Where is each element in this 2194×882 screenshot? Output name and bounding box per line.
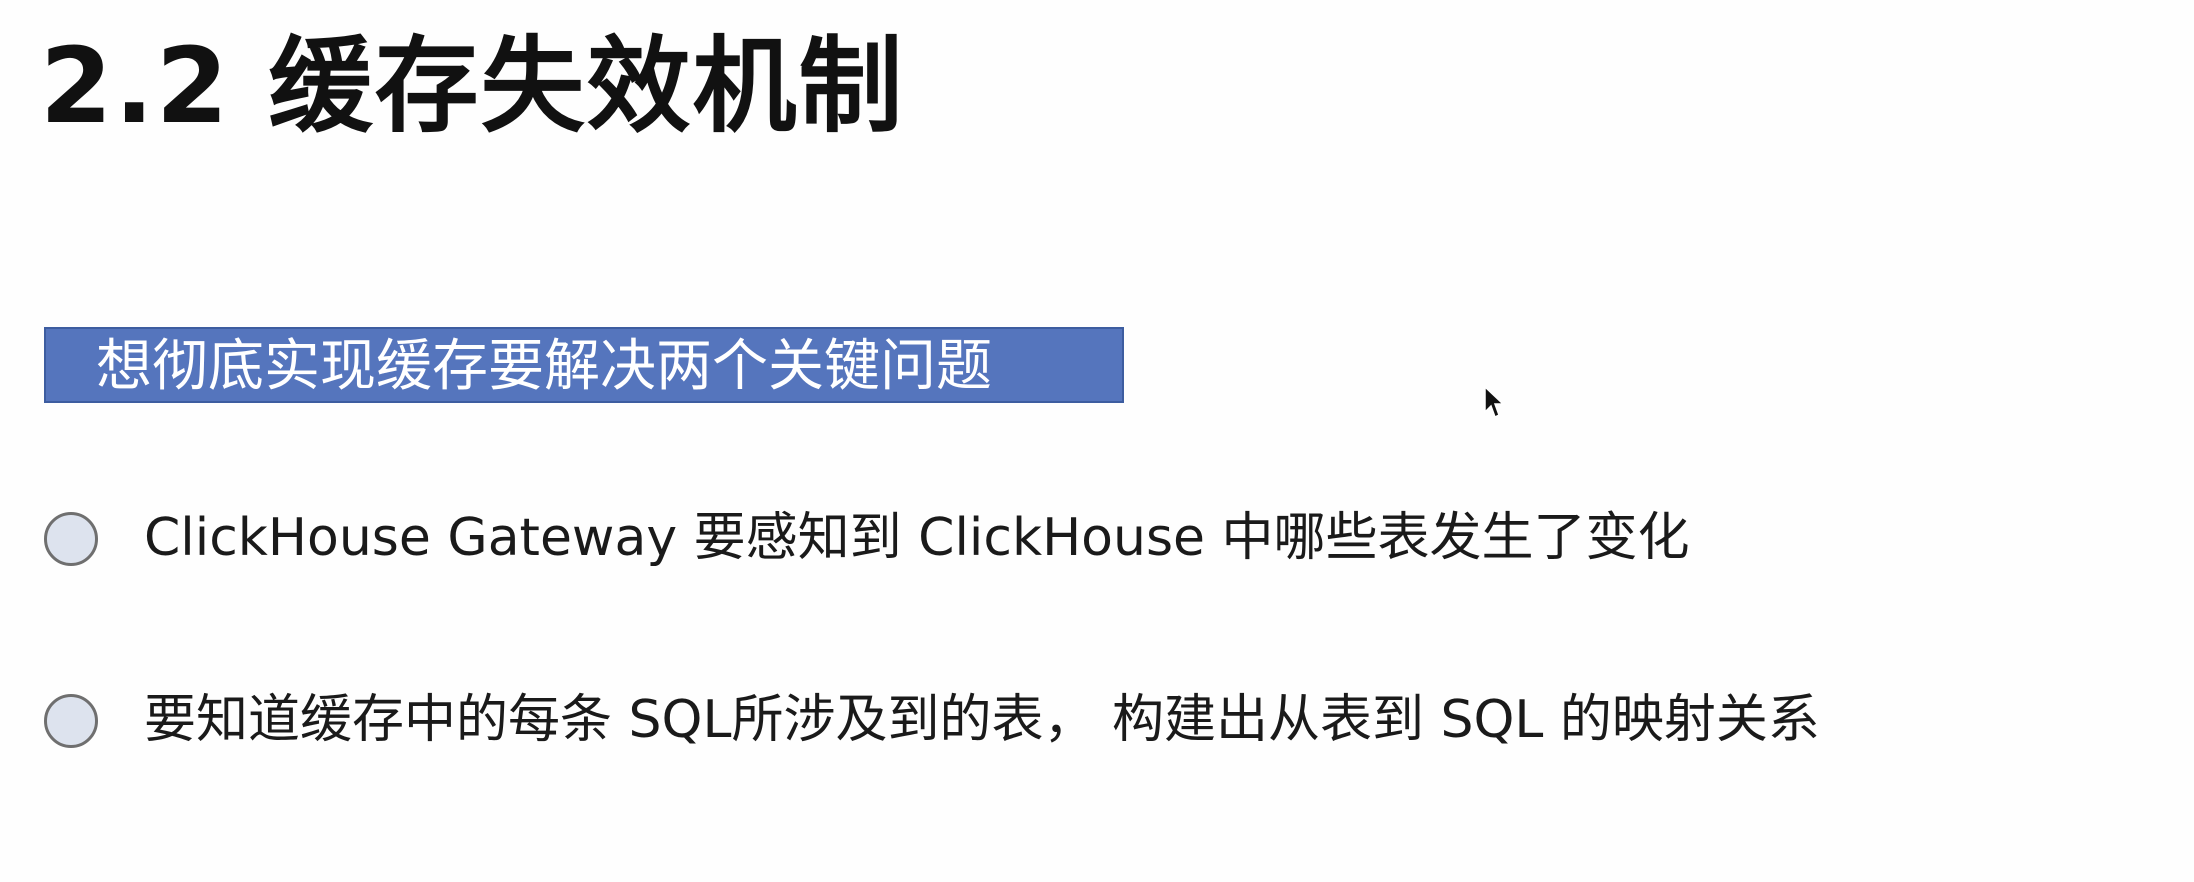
mouse-pointer-icon <box>1484 386 1505 419</box>
bullet-circle-icon <box>44 512 98 566</box>
slide: 2.2 缓存失效机制 想彻底实现缓存要解决两个关键问题 ClickHouse G… <box>0 0 2194 882</box>
bullet-text: ClickHouse Gateway 要感知到 ClickHouse 中哪些表发… <box>144 508 1690 568</box>
slide-title: 2.2 缓存失效机制 <box>40 25 905 147</box>
bullet-circle-icon <box>44 694 98 748</box>
highlight-banner: 想彻底实现缓存要解决两个关键问题 <box>44 327 1124 403</box>
banner-text: 想彻底实现缓存要解决两个关键问题 <box>96 334 992 399</box>
bullet-text: 要知道缓存中的每条 SQL所涉及到的表， 构建出从表到 SQL 的映射关系 <box>144 690 1820 750</box>
